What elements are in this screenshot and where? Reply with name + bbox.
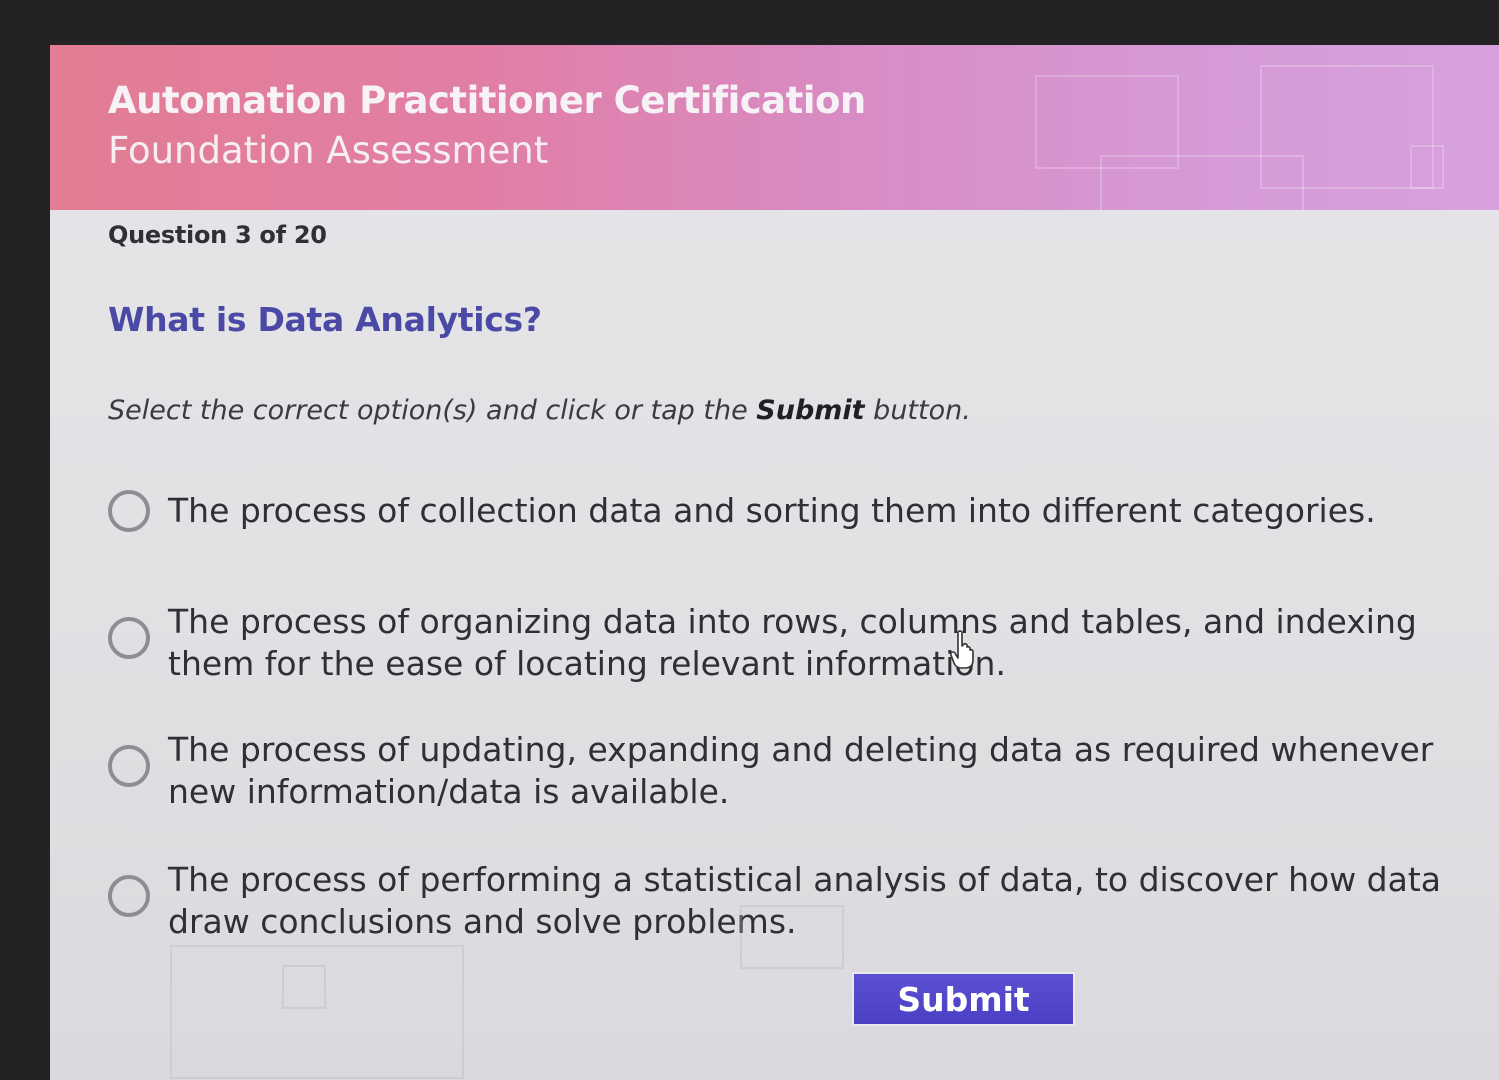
course-title: Automation Practitioner Certification — [108, 79, 866, 122]
answer-option-text[interactable]: The process of updating, expanding and d… — [168, 729, 1433, 813]
banner-decoration — [1100, 155, 1304, 210]
question-counter: Question 3 of 20 — [108, 221, 327, 249]
hand-pointer-icon — [950, 630, 974, 669]
banner-decoration — [1410, 145, 1444, 189]
answer-option[interactable]: The process of updating, expanding and d… — [108, 729, 1499, 813]
answer-option[interactable]: The process of collection data and sorti… — [108, 490, 1499, 532]
answer-option-text[interactable]: The process of organizing data into rows… — [168, 601, 1417, 685]
background-decoration — [282, 965, 326, 1009]
radio-unselected-icon[interactable] — [108, 490, 150, 532]
background-decoration — [740, 905, 844, 969]
course-subtitle: Foundation Assessment — [108, 129, 549, 172]
instruction-text: Select the correct option(s) and click o… — [108, 395, 971, 426]
radio-unselected-icon[interactable] — [108, 745, 150, 787]
instruction-emphasis: Submit — [756, 395, 865, 426]
instruction-prefix: Select the correct option(s) and click o… — [108, 395, 757, 426]
answer-option[interactable]: The process of organizing data into rows… — [108, 601, 1499, 685]
instruction-suffix: button. — [864, 395, 971, 426]
answer-option-text[interactable]: The process of collection data and sorti… — [168, 490, 1376, 532]
submit-button[interactable]: Submit — [852, 972, 1075, 1026]
question-title: What is Data Analytics? — [108, 300, 542, 339]
header-banner: Automation Practitioner Certification Fo… — [50, 45, 1499, 210]
radio-unselected-icon[interactable] — [108, 617, 150, 659]
assessment-screen: Automation Practitioner Certification Fo… — [50, 45, 1499, 1080]
radio-unselected-icon[interactable] — [108, 875, 150, 917]
